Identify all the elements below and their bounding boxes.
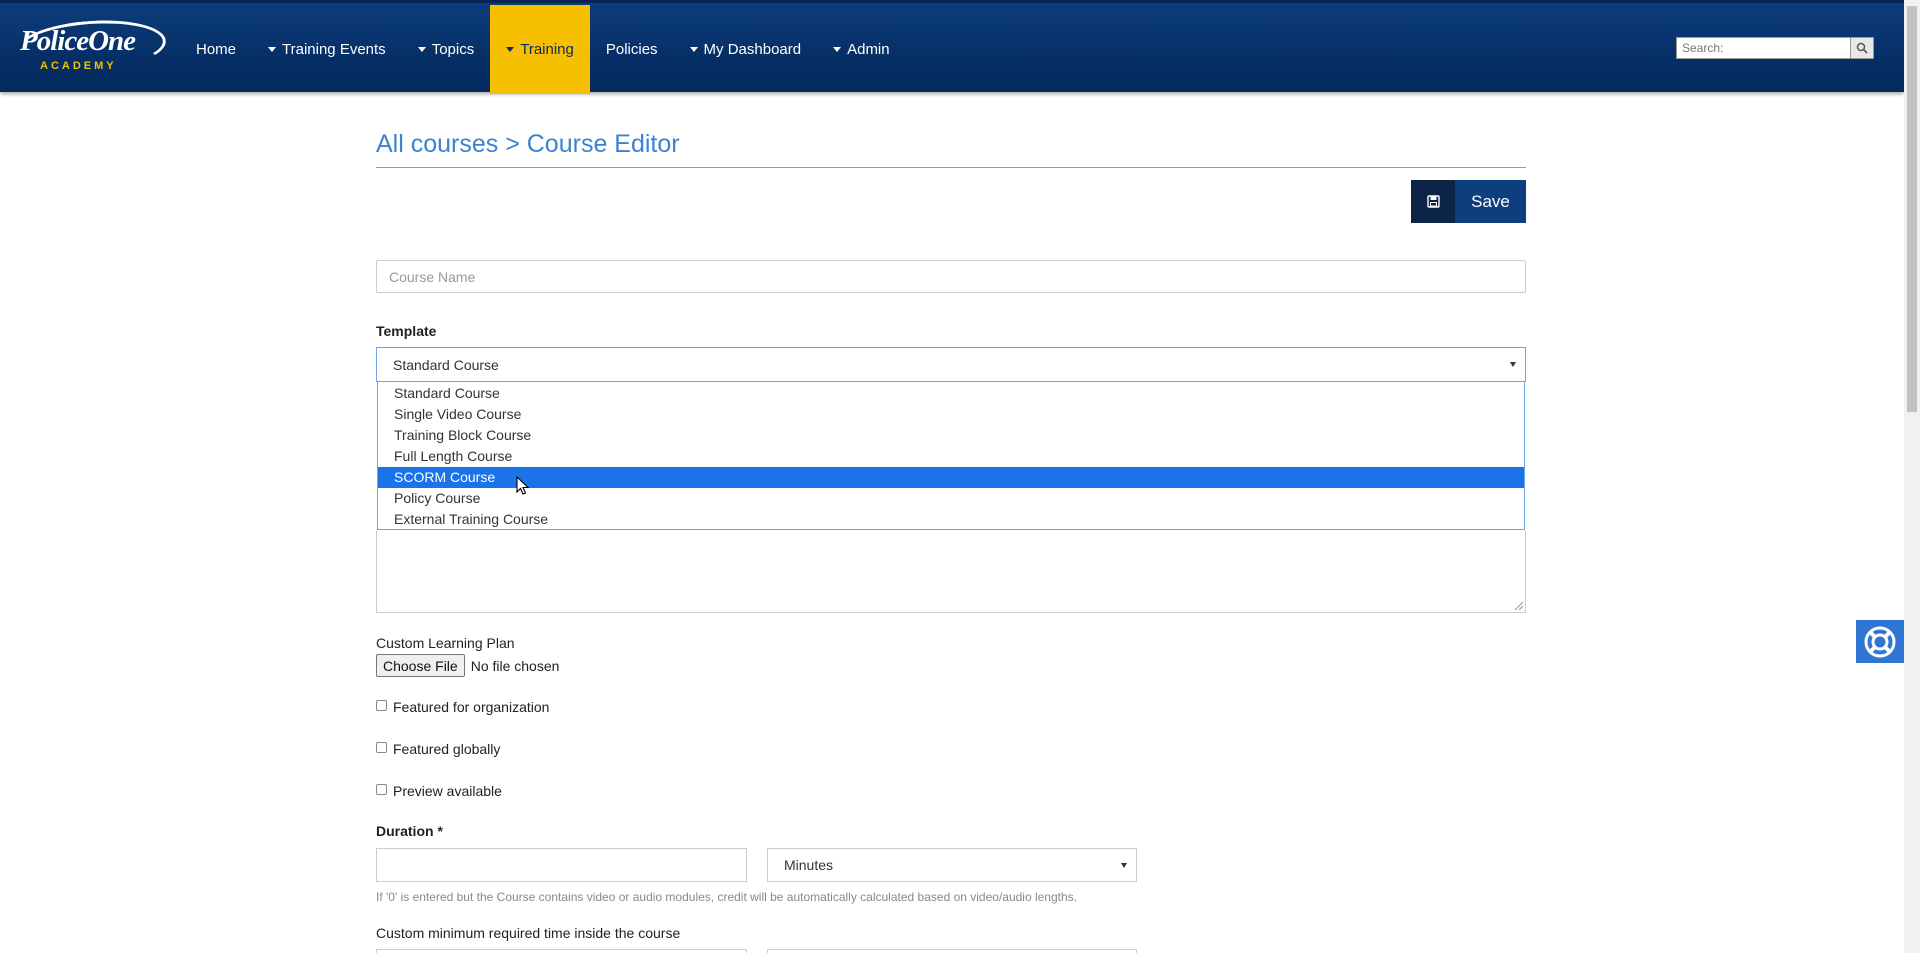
template-option[interactable]: Single Video Course [378, 404, 1524, 425]
nav-my-dashboard[interactable]: My Dashboard [674, 5, 818, 94]
featured-org-row: Featured for organization [376, 699, 549, 715]
title-divider [376, 167, 1526, 168]
description-textarea[interactable] [376, 530, 1526, 613]
help-button[interactable] [1856, 620, 1904, 663]
template-option[interactable]: Policy Course [378, 488, 1524, 509]
nav-training[interactable]: Training [490, 5, 590, 94]
nav-training-label: Training [520, 41, 574, 58]
preview-available-label: Preview available [393, 783, 502, 799]
learning-plan-file: Choose File No file chosen [376, 654, 559, 677]
save-button[interactable]: Save [1411, 180, 1526, 223]
logo-text: PoliceOne [20, 25, 136, 57]
nav-home-label: Home [196, 41, 237, 58]
mouse-pointer-icon [516, 476, 530, 495]
min-time-input[interactable] [376, 949, 747, 953]
featured-org-label: Featured for organization [393, 699, 550, 715]
learning-plan-label: Custom Learning Plan [376, 635, 515, 651]
file-status: No file chosen [470, 657, 560, 674]
select-arrow-icon [1121, 863, 1127, 868]
template-option[interactable]: External Training Course [378, 509, 1524, 530]
featured-org-checkbox[interactable] [376, 699, 387, 711]
select-arrow-icon [1510, 362, 1516, 367]
save-icon-box [1411, 180, 1455, 223]
nav-topics[interactable]: Topics [402, 5, 491, 94]
template-option-highlighted[interactable]: SCORM Course [378, 467, 1524, 488]
breadcrumb[interactable]: All courses > Course Editor [376, 130, 680, 159]
template-selected-value: Standard Course [393, 356, 499, 373]
search-box [1676, 37, 1874, 59]
duration-units-value: Minutes [784, 857, 834, 873]
template-label: Template [376, 323, 437, 339]
featured-global-row: Featured globally [376, 741, 500, 757]
template-option[interactable]: Full Length Course [378, 446, 1524, 467]
caret-down-icon [833, 47, 842, 52]
duration-input[interactable] [376, 848, 747, 882]
min-time-units-select[interactable] [767, 949, 1137, 953]
lifebuoy-icon [1864, 626, 1896, 657]
nav-my-dashboard-label: My Dashboard [703, 41, 802, 58]
min-time-label: Custom minimum required time inside the … [376, 925, 681, 941]
nav-training-events[interactable]: Training Events [252, 5, 402, 94]
save-label: Save [1455, 180, 1526, 223]
main-nav: Home Training Events Topics Training Pol… [180, 5, 906, 94]
course-name-input[interactable] [376, 260, 1526, 293]
search-icon [1856, 42, 1868, 54]
nav-topics-label: Topics [431, 41, 475, 58]
search-input[interactable] [1676, 37, 1851, 59]
caret-down-icon [506, 47, 515, 52]
duration-label: Duration * [376, 823, 443, 839]
nav-home[interactable]: Home [180, 5, 252, 94]
logo-subtext: ACADEMY [40, 60, 117, 72]
nav-admin[interactable]: Admin [817, 5, 906, 94]
top-nav-bar: PoliceOne ACADEMY Home Training Events T… [0, 0, 1904, 94]
floppy-disk-icon [1426, 195, 1440, 208]
template-option[interactable]: Standard Course [378, 383, 1524, 404]
scrollbar-thumb[interactable] [1907, 6, 1917, 412]
preview-available-row: Preview available [376, 783, 502, 799]
featured-global-checkbox[interactable] [376, 741, 387, 753]
caret-down-icon [417, 47, 426, 52]
policeone-logo[interactable]: PoliceOne ACADEMY [14, 15, 168, 77]
duration-units-select[interactable]: Minutes [767, 848, 1137, 882]
template-option[interactable]: Training Block Course [378, 425, 1524, 446]
template-dropdown-list: Standard Course Single Video Course Trai… [377, 382, 1525, 530]
caret-down-icon [689, 47, 698, 52]
resize-grip-icon[interactable] [1515, 602, 1523, 610]
caret-down-icon [268, 47, 277, 52]
preview-available-checkbox[interactable] [376, 783, 387, 795]
nav-policies[interactable]: Policies [590, 5, 674, 94]
duration-help-text: If '0' is entered but the Course contain… [376, 890, 1077, 904]
nav-admin-label: Admin [847, 41, 890, 58]
nav-policies-label: Policies [605, 41, 658, 58]
search-button[interactable] [1851, 37, 1874, 59]
template-select[interactable]: Standard Course [376, 347, 1526, 382]
nav-training-events-label: Training Events [282, 41, 386, 58]
choose-file-button[interactable]: Choose File [376, 654, 465, 677]
featured-global-label: Featured globally [393, 741, 501, 757]
